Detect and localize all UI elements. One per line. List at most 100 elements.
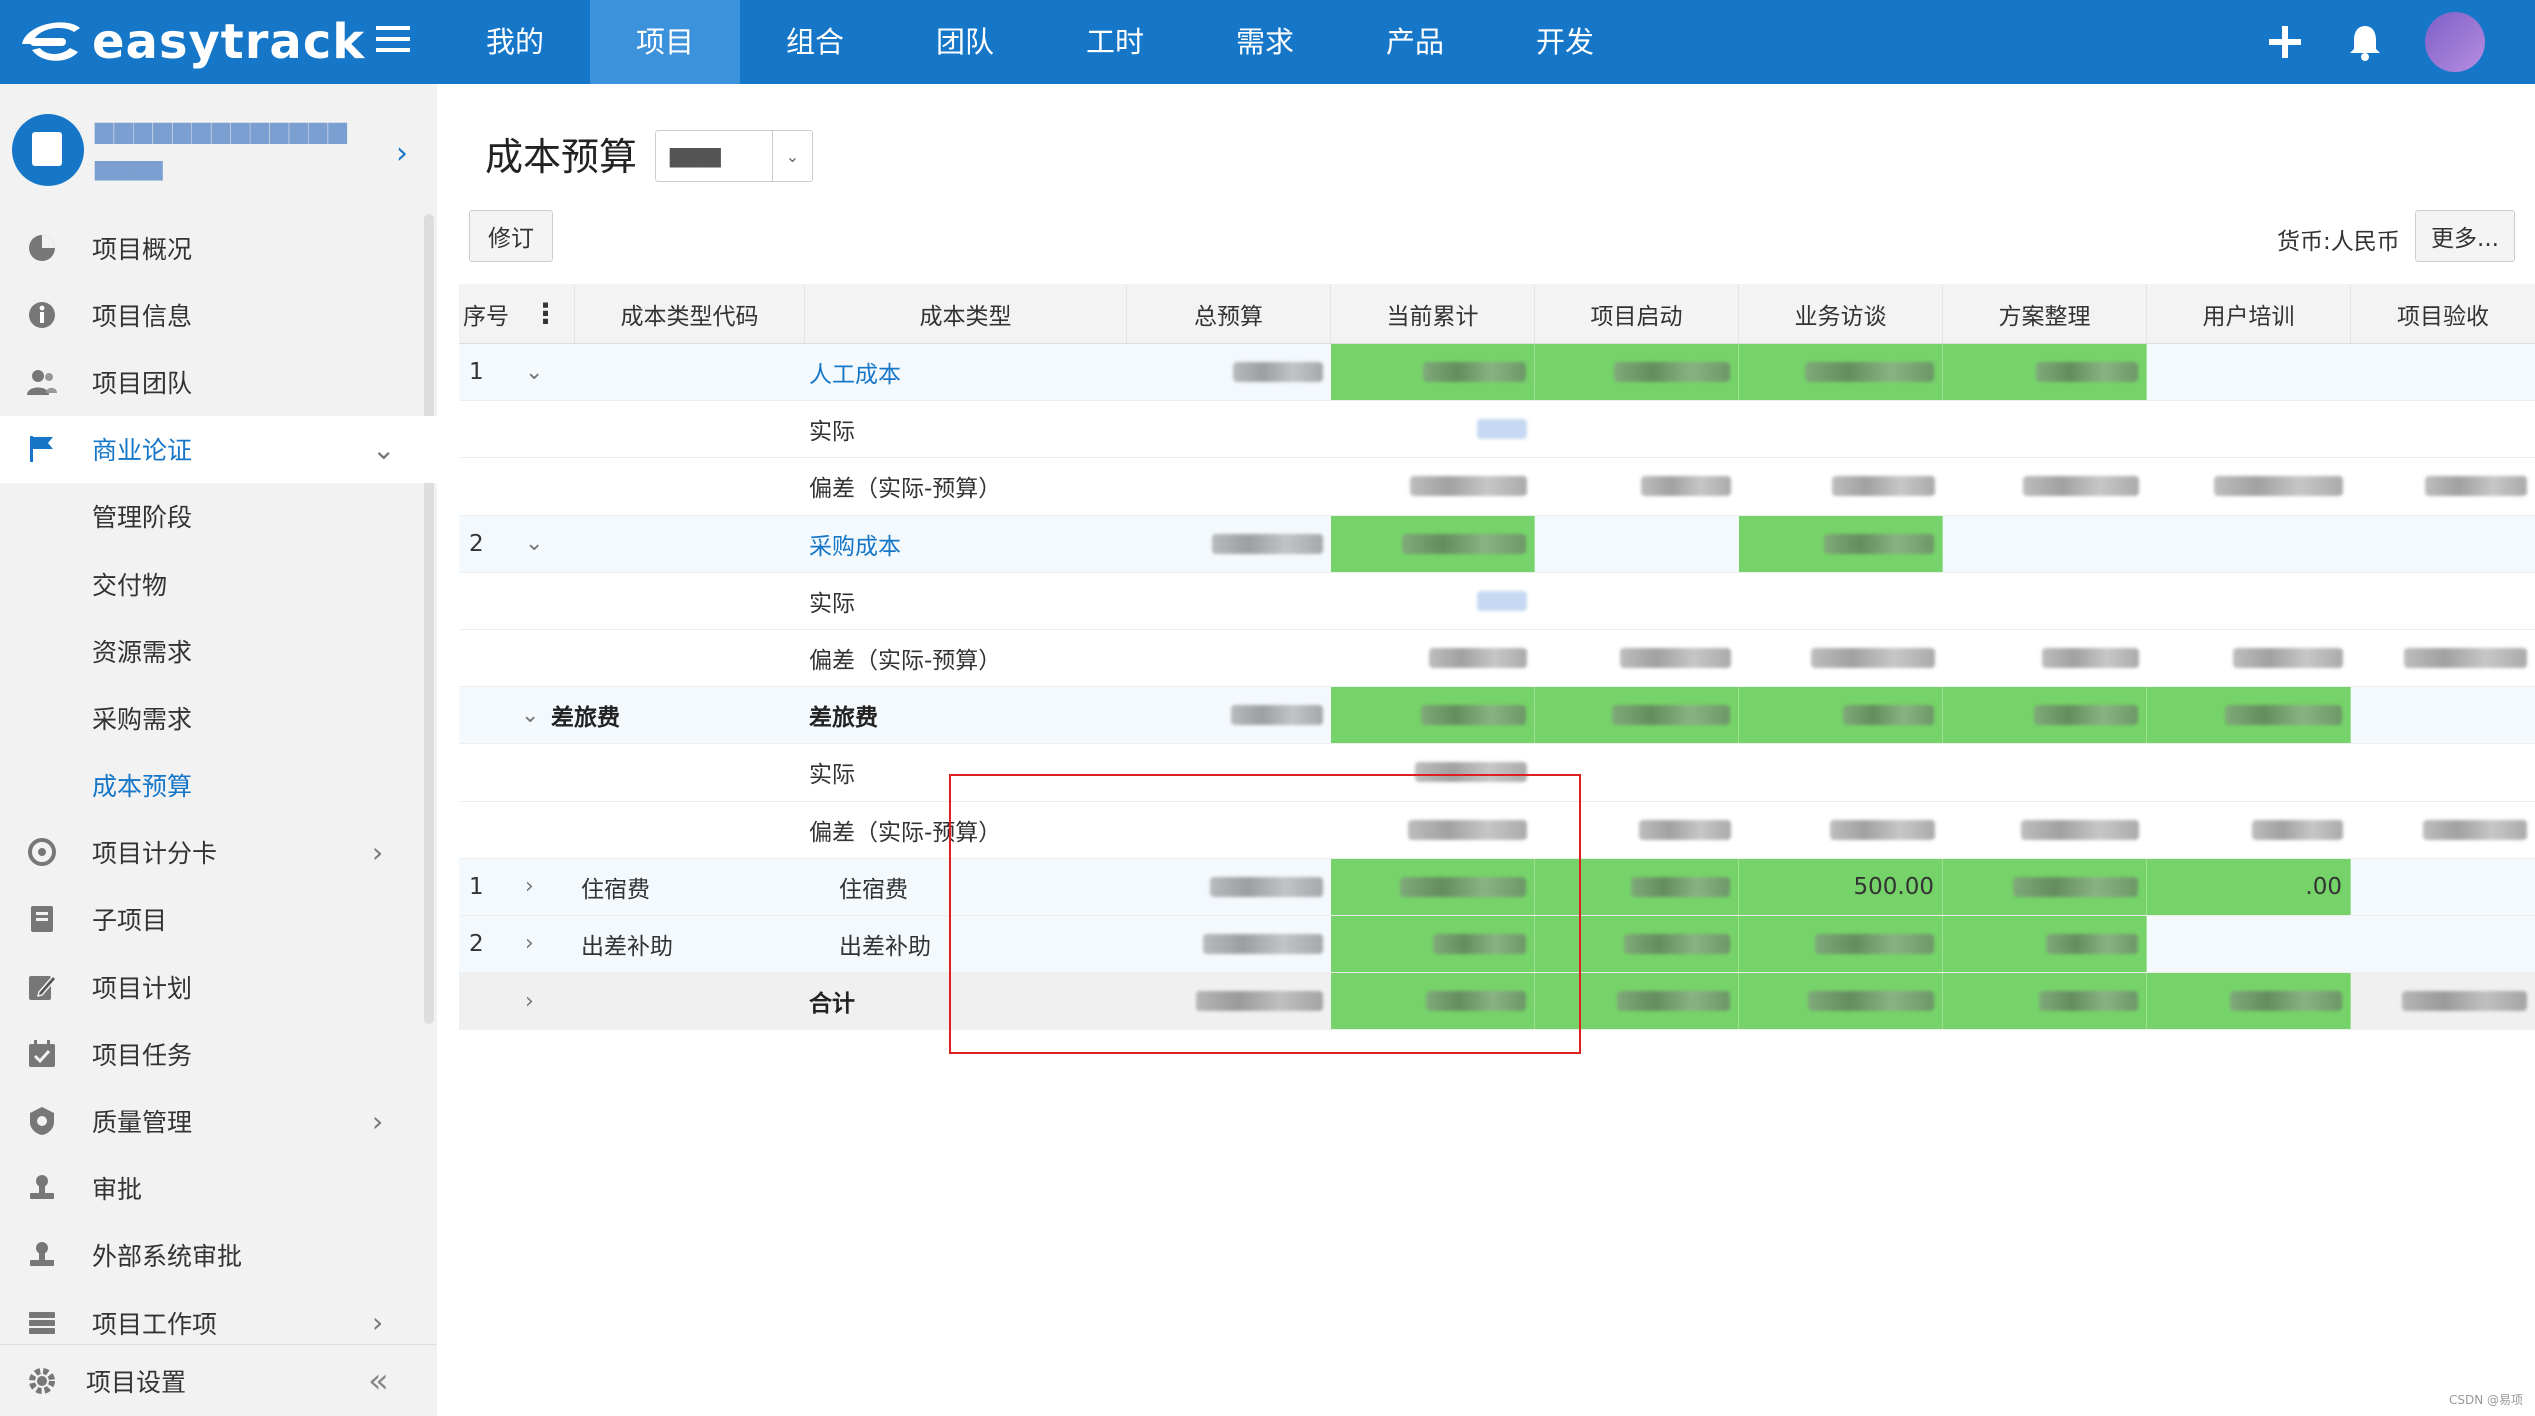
chevron-right-icon[interactable]: › (372, 1105, 383, 1138)
redacted-value (1212, 533, 1323, 554)
column-header-acceptance[interactable]: 项目验收 (2351, 284, 2535, 343)
table-row[interactable]: › 合计 (459, 973, 2535, 1031)
nav-item-timesheet[interactable]: 工时 (1040, 0, 1190, 84)
column-header-solution[interactable]: 方案整理 (1943, 284, 2147, 343)
sidebar-item-business-case[interactable]: 商业论证 ⌄ (0, 415, 437, 483)
sidebar-item-label: 外部系统审批 (92, 1242, 243, 1272)
user-avatar[interactable] (2425, 12, 2485, 72)
chevron-right-icon[interactable]: › (396, 136, 408, 171)
project-icon (12, 114, 84, 186)
amount-cell (2147, 916, 2351, 972)
nav-item-development[interactable]: 开发 (1490, 0, 1640, 84)
sidebar-item-label: 商业论证 (92, 436, 193, 466)
chevron-right-icon[interactable]: › (372, 1306, 383, 1339)
amount-cell (1535, 973, 1739, 1030)
column-options-icon[interactable]: ⋮ (517, 284, 575, 343)
table-row[interactable]: 偏差（实际-预算） (459, 458, 2535, 516)
chevron-right-icon[interactable]: › (372, 836, 383, 869)
amount-cell (2351, 401, 2535, 457)
sidebar-item-purchase-demand[interactable]: 采购需求 (0, 684, 437, 751)
sidebar-item-label: 管理阶段 (92, 503, 193, 533)
sidebar-item-stages[interactable]: 管理阶段 (0, 483, 437, 550)
column-header-total-budget[interactable]: 总预算 (1127, 284, 1331, 343)
chevron-down-icon[interactable]: ⌄ (372, 433, 395, 466)
column-header-interview[interactable]: 业务访谈 (1739, 284, 1943, 343)
sidebar-item-label: 成本预算 (92, 772, 193, 802)
amount-cell (1943, 802, 2147, 858)
nav-item-project[interactable]: 项目 (590, 0, 740, 84)
table-row[interactable]: 2 › 出差补助 出差补助 (459, 915, 2535, 974)
amount-cell (2351, 744, 2535, 800)
nav-item-requirement[interactable]: 需求 (1190, 0, 1340, 84)
sidebar-item-plan[interactable]: 项目计划 (0, 953, 437, 1020)
version-select[interactable]: ▆▆▆ ⌄ (655, 130, 813, 182)
add-icon[interactable] (2245, 0, 2325, 84)
revise-button[interactable]: 修订 (469, 210, 553, 262)
sidebar-item-deliverables[interactable]: 交付物 (0, 550, 437, 617)
sidebar-item-overview[interactable]: 项目概况 (0, 214, 437, 281)
sidebar-item-scorecard[interactable]: 项目计分卡 › (0, 819, 437, 886)
sidebar-item-external-approval[interactable]: 外部系统审批 (0, 1222, 437, 1289)
project-header[interactable]: ▆▆▆▆▆▆▆▆▆▆▆▆▆ ▆▆▆▆ › (0, 84, 437, 214)
nav-item-portfolio[interactable]: 组合 (740, 0, 890, 84)
sidebar-item-approval[interactable]: 审批 (0, 1155, 437, 1222)
column-header-training[interactable]: 用户培训 (2147, 284, 2351, 343)
sidebar-item-quality[interactable]: 质量管理 › (0, 1087, 437, 1154)
sidebar-item-subproject[interactable]: 子项目 (0, 886, 437, 953)
cost-type: 实际 (809, 762, 855, 789)
redacted-value (1612, 705, 1730, 726)
amount-cell (1535, 630, 1739, 686)
more-button[interactable]: 更多... (2415, 210, 2515, 262)
sidebar-item-resource-demand[interactable]: 资源需求 (0, 617, 437, 684)
table-row[interactable]: 1 ⌄ 人工成本 (459, 344, 2535, 402)
column-header-type[interactable]: 成本类型 (805, 284, 1127, 343)
table-row[interactable]: 实际 (459, 744, 2535, 802)
column-header-kickoff[interactable]: 项目启动 (1535, 284, 1739, 343)
currency-label: 货币:人民币 (2277, 229, 2400, 255)
amount-cell (1739, 973, 1943, 1030)
amount-cell (1127, 916, 1331, 972)
cost-budget-table: 序号 ⋮ 成本类型代码 成本类型 总预算 当前累计 项目启动 业务访谈 方案整理… (459, 284, 2535, 1031)
chevron-right-icon[interactable]: › (525, 916, 555, 972)
column-header-current[interactable]: 当前累计 (1331, 284, 1535, 343)
redacted-value (1415, 762, 1527, 783)
nav-item-product[interactable]: 产品 (1340, 0, 1490, 84)
sidebar-item-info[interactable]: 项目信息 (0, 281, 437, 348)
nav-item-mine[interactable]: 我的 (440, 0, 590, 84)
amount-cell (1127, 516, 1331, 572)
table-row[interactable]: 1 › 住宿费 住宿费 500.00 .00 (459, 858, 2535, 916)
column-header-seq[interactable]: 序号 (459, 284, 517, 343)
cost-type-link[interactable]: 采购成本 (809, 516, 1109, 572)
table-row[interactable]: 偏差（实际-预算） (459, 802, 2535, 859)
column-header-code[interactable]: 成本类型代码 (575, 284, 805, 343)
collapse-sidebar-icon[interactable]: « (368, 1361, 389, 1401)
table-row[interactable]: 实际 (459, 401, 2535, 459)
row-seq (469, 744, 509, 800)
sidebar-item-cost-budget[interactable]: 成本预算 (0, 752, 437, 819)
chevron-down-icon[interactable]: ⌄ (521, 687, 551, 743)
amount-cell (1331, 344, 1535, 401)
table-row[interactable]: 实际 (459, 573, 2535, 630)
nav-item-team[interactable]: 团队 (890, 0, 1040, 84)
project-sidebar: ▆▆▆▆▆▆▆▆▆▆▆▆▆ ▆▆▆▆ › 项目概况 项目信息 项目团队 商业论证… (0, 84, 437, 1416)
sidebar-item-tasks[interactable]: 项目任务 (0, 1020, 437, 1087)
amount-cell (1943, 344, 2147, 401)
table-row[interactable]: 2 ⌄ 采购成本 (459, 515, 2535, 573)
main-content: 成本预算 ▆▆▆ ⌄ 修订 货币:人民币 更多... 序号 ⋮ 成本类型代码 成… (437, 84, 2535, 1416)
chevron-right-icon[interactable]: › (525, 859, 555, 915)
row-seq (469, 401, 509, 457)
sidebar-item-label: 项目计划 (92, 973, 193, 1003)
cost-type: 偏差（实际-预算） (809, 476, 1002, 503)
amount-cell (1943, 687, 2147, 744)
table-row[interactable]: 偏差（实际-预算） (459, 630, 2535, 688)
table-row[interactable]: ⌄ 差旅费 差旅费 (459, 687, 2535, 745)
menu-toggle-icon[interactable] (376, 26, 410, 56)
project-settings[interactable]: 项目设置 « (0, 1344, 437, 1416)
cost-type-link[interactable]: 人工成本 (809, 344, 1109, 400)
amount-cell (1535, 516, 1739, 572)
amount-cell (2147, 344, 2351, 400)
amount-cell (1943, 858, 2147, 915)
sidebar-item-team[interactable]: 项目团队 (0, 348, 437, 415)
app-logo[interactable]: easytrack (16, 8, 365, 76)
notification-bell-icon[interactable] (2325, 0, 2405, 84)
